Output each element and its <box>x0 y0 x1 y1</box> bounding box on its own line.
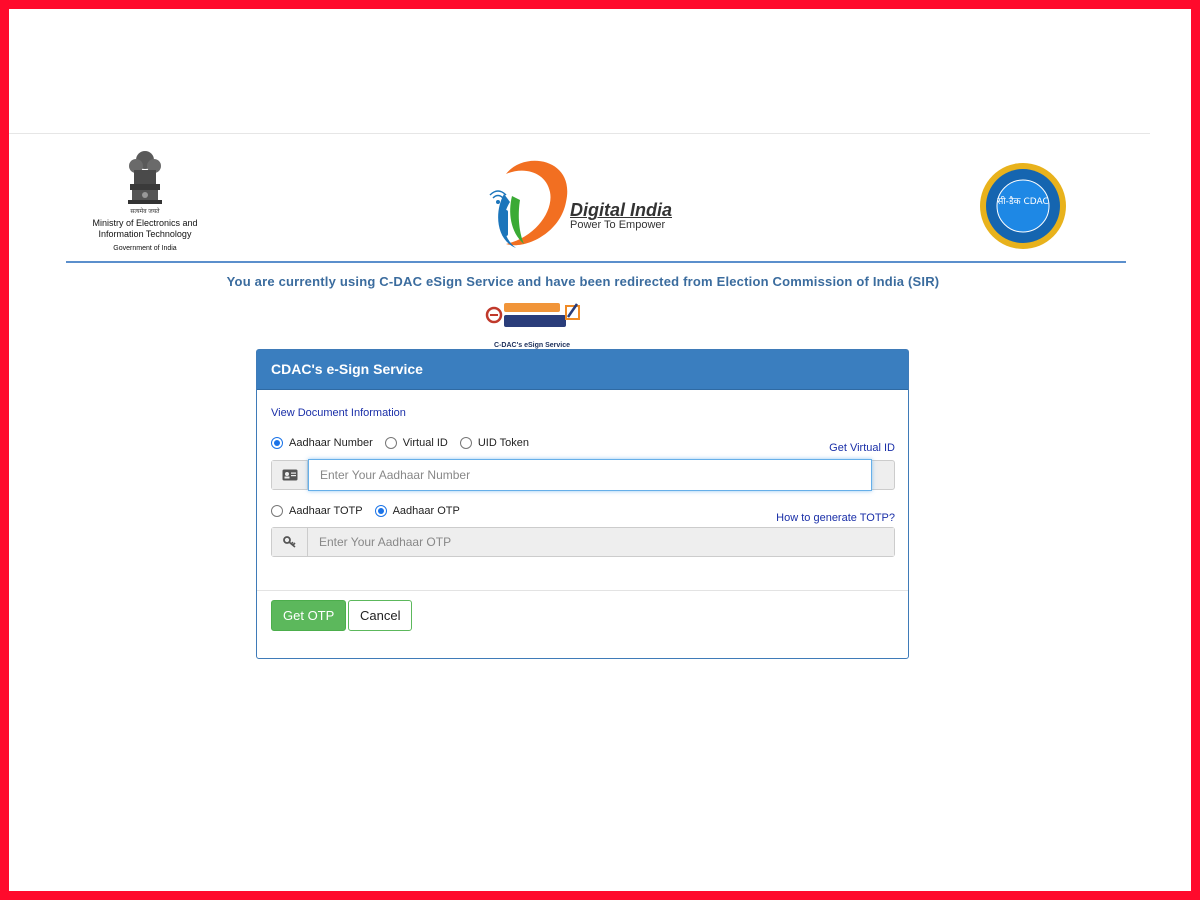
esign-panel: CDAC's e-Sign Service View Document Info… <box>256 349 909 659</box>
digital-india-title: Digital India <box>570 200 673 220</box>
radio-aadhaar-totp[interactable]: Aadhaar TOTP <box>271 505 363 517</box>
aadhaar-number-input[interactable] <box>308 459 872 491</box>
cancel-button[interactable]: Cancel <box>348 600 413 631</box>
key-icon <box>272 528 308 556</box>
get-virtual-id-link[interactable]: Get Virtual ID <box>829 442 895 454</box>
panel-footer-divider <box>257 590 908 591</box>
hastakshar-logo: C-DAC's eSign Service <box>480 300 584 349</box>
radio-label: Virtual ID <box>402 437 448 449</box>
digital-india-tagline: Power To Empower <box>570 219 666 231</box>
cdac-seal-text: सी-डैक CDAC <box>997 195 1049 207</box>
radio-label: UID Token <box>477 437 529 449</box>
radio-label: Aadhaar OTP <box>392 505 460 517</box>
radio-virtual-id[interactable]: Virtual ID <box>384 437 448 449</box>
ministry-name: Ministry of Electronics and Information … <box>92 218 198 239</box>
redirect-message: You are currently using C-DAC eSign Serv… <box>226 274 940 289</box>
radio-button[interactable] <box>459 437 472 449</box>
digital-india-swoosh-icon <box>489 160 568 248</box>
radio-aadhaar-otp[interactable]: Aadhaar OTP <box>374 505 460 517</box>
emblem-motto: सत्यमेव जयते <box>130 209 160 215</box>
radio-label: Aadhaar TOTP <box>289 505 363 517</box>
radio-button-checked[interactable] <box>271 437 283 449</box>
national-emblem-icon <box>128 151 162 204</box>
top-divider <box>9 133 1150 134</box>
digital-india-logo: Digital India Power To Empower <box>484 152 684 252</box>
radio-aadhaar-number[interactable]: Aadhaar Number <box>271 437 373 449</box>
radio-label: Aadhaar Number <box>289 437 373 449</box>
hastakshar-logo-icon <box>485 303 580 327</box>
id-card-icon <box>272 461 308 489</box>
radio-button[interactable] <box>384 437 397 449</box>
cdac-seal-logo: सी-डैक CDAC <box>980 163 1066 249</box>
panel-title: CDAC's e-Sign Service <box>257 350 908 390</box>
view-document-link[interactable]: View Document Information <box>271 407 406 419</box>
get-otp-button[interactable]: Get OTP <box>271 600 347 631</box>
id-type-radio-group: Aadhaar Number Virtual ID UID Token <box>271 437 541 449</box>
government-name: Government of India <box>113 245 177 252</box>
radio-button-checked[interactable] <box>374 505 387 517</box>
aadhaar-input-group <box>271 459 895 491</box>
hastakshar-caption: C-DAC's eSign Service <box>494 342 570 349</box>
radio-uid-token[interactable]: UID Token <box>459 437 529 449</box>
otp-type-radio-group: Aadhaar TOTP Aadhaar OTP <box>271 505 472 517</box>
radio-button[interactable] <box>271 505 283 517</box>
meity-logo: सत्यमेव जयते Ministry of Electronics and… <box>80 148 210 252</box>
totp-help-link[interactable]: How to generate TOTP? <box>776 512 895 524</box>
otp-input-group <box>271 527 895 557</box>
aadhaar-otp-input[interactable] <box>308 528 894 556</box>
header-divider <box>66 261 1126 263</box>
